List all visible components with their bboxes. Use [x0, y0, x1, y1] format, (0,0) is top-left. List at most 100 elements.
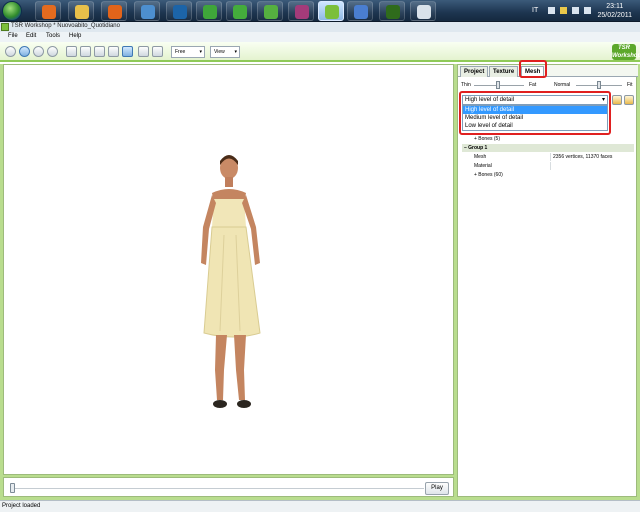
tree-key: Mesh	[474, 154, 487, 160]
body-shape-sliders: Thin Fat Normal Fit	[458, 81, 638, 91]
tsr-logo: TSR Workshop	[612, 44, 640, 60]
tray-arrow-icon[interactable]	[548, 7, 555, 14]
sims-icon	[233, 5, 247, 19]
floor-icon[interactable]	[138, 46, 149, 57]
menu-tools[interactable]: Tools	[46, 33, 60, 39]
volume-icon[interactable]	[584, 7, 591, 14]
windows-taskbar: IT 23:11 25/02/2011	[0, 0, 640, 22]
rotate-tool-icon[interactable]	[19, 46, 30, 57]
sims-icon	[203, 5, 217, 19]
timeline-track[interactable]	[12, 488, 424, 489]
3d-viewport[interactable]	[3, 64, 454, 475]
camera-mode-label: Free	[175, 49, 186, 55]
window-titlebar: TSR Workshop * Nuovoabito_Quotidiano	[0, 22, 640, 32]
folder-icon	[75, 5, 89, 19]
tree-row[interactable]: Material	[462, 162, 634, 170]
tree-row[interactable]: + Bones (5)	[462, 135, 634, 143]
w-app-icon	[386, 5, 400, 19]
mesh-tab-highlight	[519, 60, 547, 78]
clock-time: 23:11	[606, 3, 624, 10]
taskbar-button[interactable]	[134, 1, 160, 21]
menu-bar: File Edit Tools Help	[0, 32, 640, 42]
taskbar-button[interactable]	[68, 1, 94, 21]
fit-label: Fit	[627, 82, 633, 88]
thin-fat-slider[interactable]	[496, 81, 500, 89]
tree-key: + Bones (5)	[474, 136, 500, 142]
tsr-app-icon	[1, 23, 9, 31]
browser-icon	[354, 5, 368, 19]
tree-key: + Bones (60)	[474, 172, 503, 178]
media-player-icon	[42, 5, 56, 19]
language-indicator[interactable]: IT	[532, 7, 538, 14]
camera-mode-dropdown[interactable]: Free ▾	[171, 46, 205, 58]
tree-value: 2356 vertices, 11370 faces	[550, 153, 634, 161]
tab-project[interactable]: Project	[460, 66, 489, 77]
clock[interactable]: 23:11 25/02/2011	[597, 2, 632, 20]
network-tray-icon[interactable]	[572, 7, 579, 14]
character-model	[201, 155, 261, 408]
animation-timeline: Play	[3, 477, 454, 497]
tsr-workshop-icon	[325, 5, 339, 19]
firefox-icon	[108, 5, 122, 19]
status-bar: Project loaded	[0, 500, 640, 512]
start-button[interactable]	[2, 1, 22, 21]
taskbar-button[interactable]	[379, 1, 405, 21]
system-tray: IT 23:11 25/02/2011	[528, 0, 640, 22]
panel-tabs: Project Texture Mesh	[458, 65, 638, 78]
menu-file[interactable]: File	[8, 33, 18, 39]
wireframe-icon[interactable]	[108, 46, 119, 57]
taskbar-button[interactable]	[318, 1, 344, 21]
chevron-down-icon: ▾	[234, 49, 237, 55]
timeline-scrubber[interactable]	[10, 483, 15, 493]
sims-icon	[264, 5, 278, 19]
taskbar-button[interactable]	[196, 1, 222, 21]
lod-highlight	[459, 91, 611, 135]
sims-icon	[295, 5, 309, 19]
tree-row[interactable]: Mesh 2356 vertices, 11370 faces	[462, 153, 634, 161]
menu-help[interactable]: Help	[69, 33, 81, 39]
menu-edit[interactable]: Edit	[26, 33, 36, 39]
status-text: Project loaded	[2, 503, 41, 509]
taskbar-button[interactable]	[166, 1, 192, 21]
taskbar-button[interactable]	[35, 1, 61, 21]
tree-key: – Group 1	[464, 145, 488, 151]
tab-texture[interactable]: Texture	[489, 66, 519, 77]
window-title: TSR Workshop * Nuovoabito_Quotidiano	[11, 23, 120, 29]
taskbar-button[interactable]	[226, 1, 252, 21]
normal-label: Normal	[554, 82, 571, 88]
move-tool-icon[interactable]	[33, 46, 44, 57]
taskbar-button[interactable]	[288, 1, 314, 21]
flag-icon[interactable]	[560, 7, 567, 14]
light-icon[interactable]	[152, 46, 163, 57]
back-view-icon[interactable]	[94, 46, 105, 57]
taskbar-button[interactable]	[257, 1, 283, 21]
select-tool-icon[interactable]	[5, 46, 16, 57]
network-icon	[141, 5, 155, 19]
clock-date: 25/02/2011	[597, 12, 632, 19]
front-view-icon[interactable]	[66, 46, 77, 57]
play-button[interactable]: Play	[425, 482, 449, 495]
thin-label: Thin	[461, 82, 471, 88]
fat-label: Fat	[529, 82, 537, 88]
tree-value	[550, 162, 634, 170]
view-dropdown[interactable]: View ▾	[210, 46, 240, 58]
import-mesh-icon[interactable]	[612, 95, 622, 105]
side-view-icon[interactable]	[80, 46, 91, 57]
normal-fit-slider[interactable]	[597, 81, 601, 89]
skeleton-icon[interactable]	[122, 46, 133, 57]
taskbar-button[interactable]	[347, 1, 373, 21]
view-label: View	[214, 49, 225, 55]
tree-key: Material	[474, 163, 492, 169]
tree-group-row[interactable]: – Group 1	[462, 144, 634, 152]
toolbar: Free ▾ View ▾ TSR Workshop	[0, 42, 640, 62]
taskbar-button[interactable]	[101, 1, 127, 21]
tree-row[interactable]: + Bones (60)	[462, 171, 634, 179]
taskbar-button[interactable]	[410, 1, 436, 21]
chevron-down-icon: ▾	[199, 49, 202, 55]
zoom-tool-icon[interactable]	[47, 46, 58, 57]
main-area: Play Project Texture Mesh Thin Fat Norma…	[0, 60, 640, 500]
properties-panel: Project Texture Mesh Thin Fat Normal Fit…	[457, 60, 638, 497]
paint-icon	[417, 5, 431, 19]
photoshop-icon	[173, 5, 187, 19]
export-mesh-icon[interactable]	[624, 95, 634, 105]
